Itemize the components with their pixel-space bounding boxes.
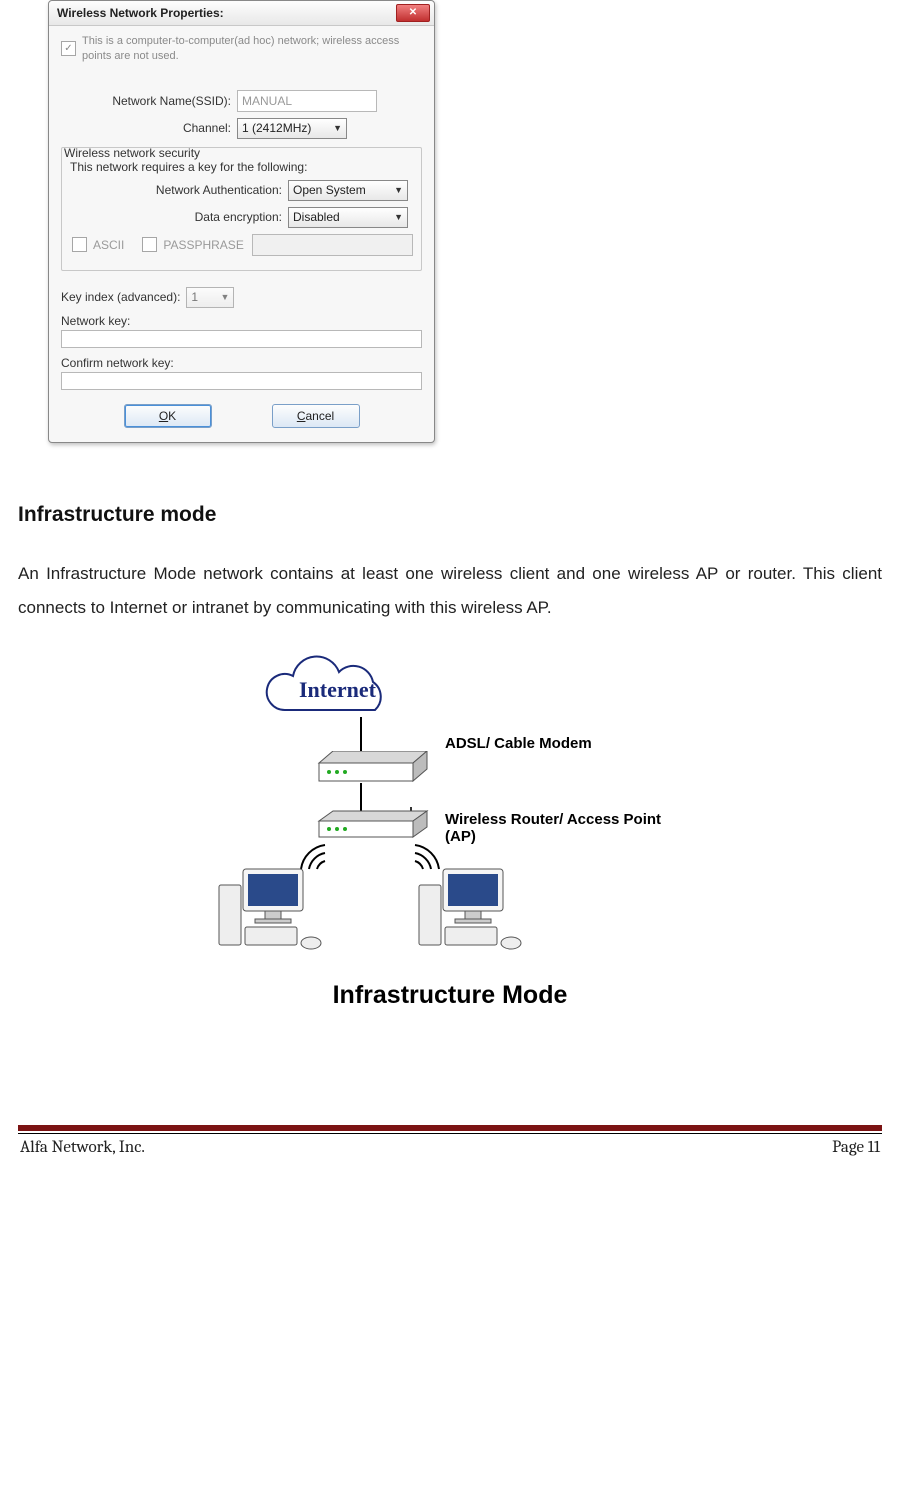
adhoc-checkbox[interactable] (61, 41, 76, 56)
close-icon: ✕ (409, 8, 417, 18)
security-requires-text: This network requires a key for the foll… (70, 160, 413, 174)
passphrase-input[interactable] (252, 234, 413, 256)
keyindex-dropdown[interactable]: 1 ▼ (186, 287, 234, 308)
network-key-input[interactable] (61, 330, 422, 348)
ascii-label: ASCII (93, 238, 124, 252)
security-group-label: Wireless network security (64, 146, 200, 160)
ascii-checkbox[interactable] (72, 237, 87, 252)
confirm-key-label: Confirm network key: (61, 356, 422, 370)
confirm-key-input[interactable] (61, 372, 422, 390)
section-paragraph: An Infrastructure Mode network contains … (18, 557, 882, 625)
diagram-caption: Infrastructure Mode (205, 981, 695, 1010)
ssid-label: Network Name(SSID): (61, 94, 237, 108)
auth-label: Network Authentication: (70, 183, 288, 197)
network-key-label: Network key: (61, 314, 422, 328)
keyindex-value: 1 (191, 290, 198, 304)
page-footer: Alfa Network, Inc. Page 11 (18, 1125, 882, 1157)
security-group: Wireless network security This network r… (61, 147, 422, 271)
channel-value: 1 (2412MHz) (242, 121, 311, 135)
cancel-label-rest: ancel (305, 409, 334, 423)
desktop-pc-icon (415, 865, 525, 955)
infrastructure-diagram: Internet ADSL/ Cable Modem Wireless Rout… (205, 655, 695, 1015)
dialog-title: Wireless Network Properties: (57, 6, 224, 20)
router-label: Wireless Router/ Access Point (AP) (445, 811, 695, 845)
channel-label: Channel: (61, 121, 237, 135)
adhoc-description: This is a computer-to-computer(ad hoc) n… (82, 34, 422, 64)
passphrase-label: PASSPHRASE (163, 238, 243, 252)
enc-value: Disabled (293, 210, 340, 224)
wireless-properties-dialog: Wireless Network Properties: ✕ This is a… (48, 0, 435, 443)
chevron-down-icon: ▼ (220, 292, 229, 302)
chevron-down-icon: ▼ (394, 185, 403, 195)
passphrase-checkbox[interactable] (142, 237, 157, 252)
internet-label: Internet (299, 677, 376, 703)
ok-button[interactable]: OK (124, 404, 212, 428)
auth-value: Open System (293, 183, 366, 197)
ok-label-rest: K (168, 409, 176, 423)
section-heading: Infrastructure mode (18, 503, 882, 527)
dialog-titlebar: Wireless Network Properties: ✕ (49, 1, 434, 26)
footer-page: Page 11 (832, 1138, 880, 1157)
ssid-input[interactable] (237, 90, 377, 112)
chevron-down-icon: ▼ (333, 123, 342, 133)
router-icon (313, 807, 433, 841)
keyindex-label: Key index (advanced): (61, 290, 180, 304)
desktop-pc-icon (215, 865, 325, 955)
modem-label: ADSL/ Cable Modem (445, 735, 592, 752)
enc-label: Data encryption: (70, 210, 288, 224)
enc-dropdown[interactable]: Disabled ▼ (288, 207, 408, 228)
footer-company: Alfa Network, Inc. (20, 1138, 145, 1157)
close-button[interactable]: ✕ (396, 4, 430, 22)
chevron-down-icon: ▼ (394, 212, 403, 222)
cancel-button[interactable]: Cancel (272, 404, 360, 428)
channel-dropdown[interactable]: 1 (2412MHz) ▼ (237, 118, 347, 139)
auth-dropdown[interactable]: Open System ▼ (288, 180, 408, 201)
modem-icon (313, 751, 433, 787)
